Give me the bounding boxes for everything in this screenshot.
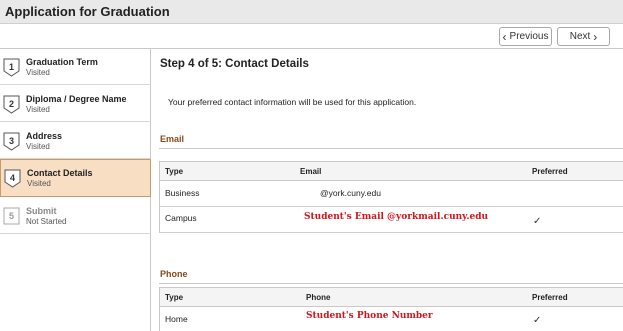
step-title: Diploma / Degree Name <box>26 94 127 104</box>
table-row[interactable]: Home Student's Phone Number ✓ <box>159 307 623 331</box>
phone-type: Home <box>165 314 188 324</box>
divider <box>159 283 623 284</box>
email-type: Business <box>165 188 200 198</box>
step-title: Contact Details <box>27 168 93 178</box>
step-item-address[interactable]: 3 Address Visited <box>0 123 151 159</box>
divider <box>159 148 623 149</box>
table-row[interactable]: Business @york.cuny.edu <box>159 181 623 207</box>
step-number: 5 <box>8 211 14 221</box>
phone-table-header: Type Phone Preferred <box>159 287 623 307</box>
step-sidebar: 1 Graduation Term Visited 2 Diploma / De… <box>0 49 151 331</box>
column-header-phone: Phone <box>306 293 331 302</box>
step-item-graduation-term[interactable]: 1 Graduation Term Visited <box>0 49 151 85</box>
step-status: Not Started <box>26 217 67 226</box>
step-number-badge-icon: 4 <box>4 169 22 188</box>
step-heading: Step 4 of 5: Contact Details <box>160 58 309 70</box>
email-type: Campus <box>165 213 197 223</box>
step-number: 1 <box>8 62 14 72</box>
email-annotation: Student's Email @yorkmail.cuny.edu <box>304 212 489 222</box>
email-table-header: Type Email Preferred <box>159 161 623 181</box>
main-content: Step 4 of 5: Contact Details Your prefer… <box>152 49 623 331</box>
step-status: Visited <box>26 68 50 77</box>
chevron-left-icon: ‹ <box>502 29 507 44</box>
phone-annotation: Student's Phone Number <box>306 311 433 321</box>
step-number-badge-icon: 3 <box>3 132 21 151</box>
column-header-preferred: Preferred <box>532 167 568 176</box>
next-button-label: Next <box>569 31 591 42</box>
step-status: Visited <box>26 142 50 151</box>
step-item-diploma-degree-name[interactable]: 2 Diploma / Degree Name Visited <box>0 86 151 122</box>
step-number: 4 <box>9 173 15 183</box>
step-item-submit: 5 Submit Not Started <box>0 198 151 234</box>
email-section-title: Email <box>160 134 185 144</box>
title-bar: Application for Graduation <box>0 0 623 24</box>
step-number-badge-icon: 5 <box>3 207 21 226</box>
email-address: @york.cuny.edu <box>320 188 381 198</box>
chevron-right-icon: › <box>593 29 598 44</box>
table-row[interactable]: Campus Student's Email @yorkmail.cuny.ed… <box>159 207 623 233</box>
step-number: 3 <box>8 136 14 146</box>
navigation-bar: ‹ Previous Next › <box>0 24 623 49</box>
column-header-preferred: Preferred <box>532 293 568 302</box>
column-header-type: Type <box>165 167 184 176</box>
phone-section-title: Phone <box>160 269 188 279</box>
step-status: Visited <box>26 105 50 114</box>
preferred-check-icon: ✓ <box>533 216 542 227</box>
step-title: Graduation Term <box>26 57 98 67</box>
step-status: Visited <box>27 179 51 188</box>
page-title: Application for Graduation <box>5 4 170 19</box>
column-header-type: Type <box>165 293 184 302</box>
step-item-contact-details[interactable]: 4 Contact Details Visited <box>0 159 151 197</box>
previous-button[interactable]: ‹ Previous <box>499 27 552 46</box>
next-button[interactable]: Next › <box>557 27 610 46</box>
step-title: Address <box>26 131 63 141</box>
previous-button-label: Previous <box>509 31 549 42</box>
info-note: Your preferred contact information will … <box>168 97 417 107</box>
column-header-email: Email <box>300 167 322 176</box>
step-number-badge-icon: 1 <box>3 58 21 77</box>
preferred-check-icon: ✓ <box>533 315 542 326</box>
step-number: 2 <box>8 99 14 109</box>
step-title: Submit <box>26 206 57 216</box>
step-number-badge-icon: 2 <box>3 95 21 114</box>
